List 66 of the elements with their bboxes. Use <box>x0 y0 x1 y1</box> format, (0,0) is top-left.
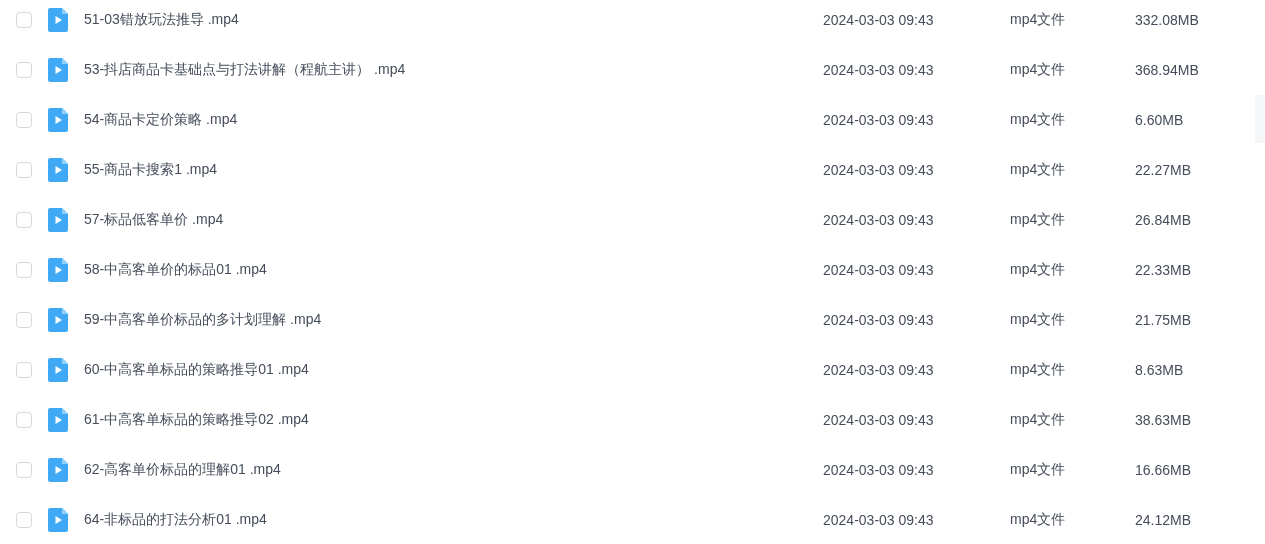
file-name[interactable]: 60-中高客单标品的策略推导01 .mp4 <box>84 361 823 379</box>
modified-date: 2024-03-03 09:43 <box>823 512 935 528</box>
video-file-icon <box>48 508 68 532</box>
file-type: mp4文件 <box>1010 411 1067 429</box>
file-name[interactable]: 62-高客单价标品的理解01 .mp4 <box>84 461 823 479</box>
file-type: mp4文件 <box>1010 211 1067 229</box>
modified-date: 2024-03-03 09:43 <box>823 162 935 178</box>
modified-date: 2024-03-03 09:43 <box>823 112 935 128</box>
checkbox[interactable] <box>16 12 32 28</box>
file-name[interactable]: 64-非标品的打法分析01 .mp4 <box>84 511 823 529</box>
modified-date: 2024-03-03 09:43 <box>823 362 935 378</box>
file-type: mp4文件 <box>1010 461 1067 479</box>
video-file-icon <box>48 8 68 32</box>
file-name[interactable]: 51-03错放玩法推导 .mp4 <box>84 11 823 29</box>
file-name[interactable]: 55-商品卡搜索1 .mp4 <box>84 161 823 179</box>
file-size: 26.84MB <box>1135 212 1192 228</box>
checkbox[interactable] <box>16 62 32 78</box>
modified-date: 2024-03-03 09:43 <box>823 212 935 228</box>
file-name[interactable]: 54-商品卡定价策略 .mp4 <box>84 111 823 129</box>
video-file-icon <box>48 308 68 332</box>
file-size: 8.63MB <box>1135 362 1184 378</box>
file-size: 22.33MB <box>1135 262 1192 278</box>
file-type: mp4文件 <box>1010 361 1067 379</box>
checkbox[interactable] <box>16 512 32 528</box>
checkbox[interactable] <box>16 212 32 228</box>
modified-date: 2024-03-03 09:43 <box>823 412 935 428</box>
file-size: 332.08MB <box>1135 12 1199 28</box>
file-type: mp4文件 <box>1010 511 1067 529</box>
file-type: mp4文件 <box>1010 11 1067 29</box>
checkbox[interactable] <box>16 312 32 328</box>
checkbox[interactable] <box>16 162 32 178</box>
checkbox[interactable] <box>16 462 32 478</box>
file-name[interactable]: 58-中高客单价的标品01 .mp4 <box>84 261 823 279</box>
video-file-icon <box>48 58 68 82</box>
file-size: 22.27MB <box>1135 162 1192 178</box>
video-file-icon <box>48 258 68 282</box>
modified-date: 2024-03-03 09:43 <box>823 62 935 78</box>
file-type: mp4文件 <box>1010 111 1067 129</box>
file-name[interactable]: 57-标品低客单价 .mp4 <box>84 211 823 229</box>
file-size: 38.63MB <box>1135 412 1192 428</box>
file-type: mp4文件 <box>1010 261 1067 279</box>
file-size: 24.12MB <box>1135 512 1192 528</box>
file-name[interactable]: 59-中高客单价标品的多计划理解 .mp4 <box>84 311 823 329</box>
checkbox[interactable] <box>16 112 32 128</box>
video-file-icon <box>48 158 68 182</box>
file-type: mp4文件 <box>1010 311 1067 329</box>
video-file-icon <box>48 208 68 232</box>
file-size: 368.94MB <box>1135 62 1199 78</box>
modified-date: 2024-03-03 09:43 <box>823 462 935 478</box>
file-name[interactable]: 61-中高客单标品的策略推导02 .mp4 <box>84 411 823 429</box>
file-size: 16.66MB <box>1135 462 1192 478</box>
file-size: 6.60MB <box>1135 112 1184 128</box>
modified-date: 2024-03-03 09:43 <box>823 262 935 278</box>
video-file-icon <box>48 408 68 432</box>
video-file-icon <box>48 458 68 482</box>
checkbox[interactable] <box>16 412 32 428</box>
checkbox[interactable] <box>16 362 32 378</box>
file-size: 21.75MB <box>1135 312 1192 328</box>
video-file-icon <box>48 108 68 132</box>
modified-date: 2024-03-03 09:43 <box>823 12 935 28</box>
file-name[interactable]: 53-抖店商品卡基础点与打法讲解（程航主讲） .mp4 <box>84 61 823 79</box>
file-type: mp4文件 <box>1010 61 1067 79</box>
modified-date: 2024-03-03 09:43 <box>823 312 935 328</box>
file-type: mp4文件 <box>1010 161 1067 179</box>
video-file-icon <box>48 358 68 382</box>
checkbox[interactable] <box>16 262 32 278</box>
